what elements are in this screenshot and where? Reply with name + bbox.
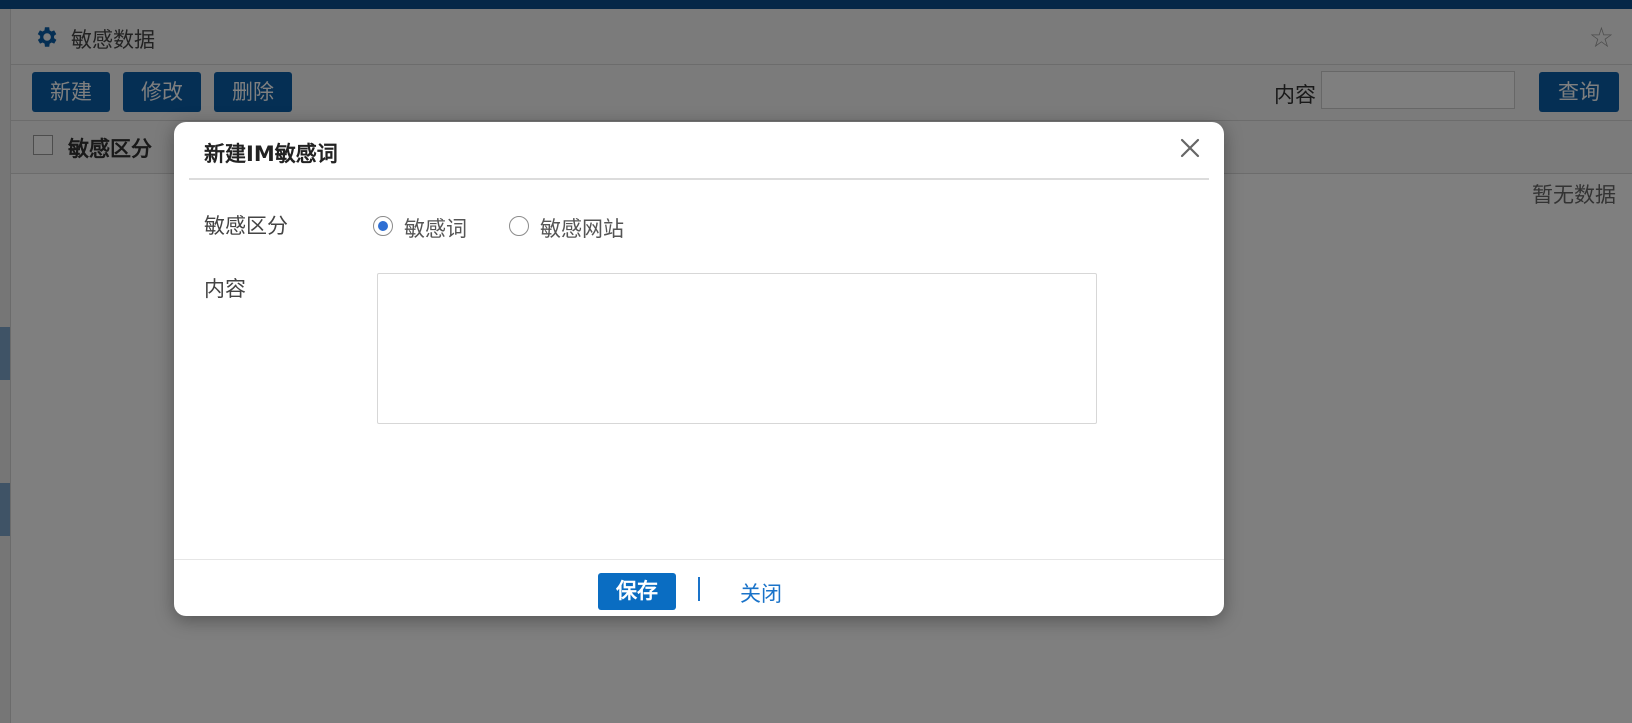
new-sensitive-word-dialog: 新建IM敏感词 敏感区分 敏感词 敏感网站 内容 保存 关闭 <box>174 122 1224 616</box>
category-label: 敏感区分 <box>204 214 288 238</box>
content-textarea[interactable] <box>377 273 1097 424</box>
radio-sensitive-website[interactable] <box>509 216 529 236</box>
radio-label-sensitive-word[interactable]: 敏感词 <box>404 213 467 243</box>
dialog-footer-divider <box>174 559 1224 560</box>
close-icon[interactable] <box>1178 136 1202 160</box>
dialog-header-divider <box>189 178 1209 180</box>
dialog-title: 新建IM敏感词 <box>204 142 338 166</box>
close-link[interactable]: 关闭 <box>740 578 782 608</box>
save-button[interactable]: 保存 <box>598 573 676 610</box>
radio-sensitive-word[interactable] <box>373 216 393 236</box>
content-label: 内容 <box>204 277 246 301</box>
footer-divider <box>698 577 700 601</box>
radio-label-sensitive-website[interactable]: 敏感网站 <box>540 213 624 243</box>
